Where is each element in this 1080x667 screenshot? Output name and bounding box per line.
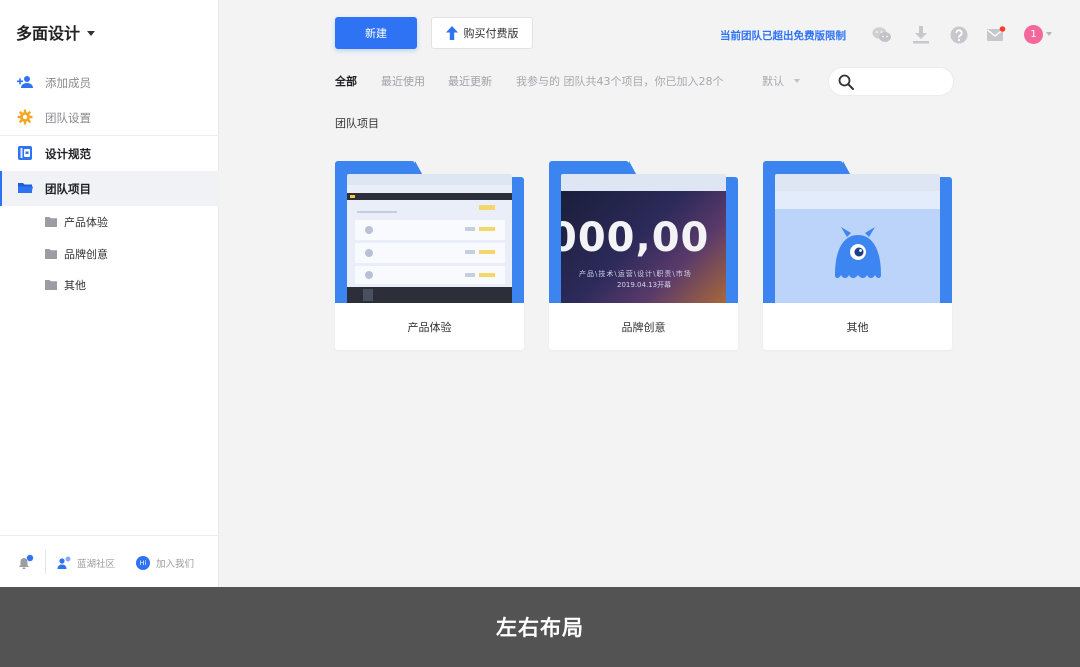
project-folder-brand[interactable]: 000,00 产品\技术\运营\设计\职责\市场 2019.04.13开幕 品牌…: [549, 161, 738, 350]
search-input[interactable]: [860, 75, 950, 88]
sidebar-folder-product[interactable]: 产品体验: [0, 208, 219, 236]
project-name: 其他: [846, 320, 869, 334]
folder-icon: [45, 280, 57, 290]
avatar-menu-chevron-icon[interactable]: [1046, 32, 1052, 36]
folder-label: 品牌创意: [64, 248, 108, 261]
search-box[interactable]: [828, 67, 954, 96]
project-folder-product[interactable]: 产品体验: [335, 161, 524, 350]
join-us-link[interactable]: Hi 加入我们: [136, 555, 194, 571]
sidebar-item-label: 团队项目: [45, 181, 91, 196]
help-icon[interactable]: [949, 25, 969, 45]
community-link[interactable]: 蓝湖社区: [57, 555, 115, 571]
project-thumbnail: [347, 185, 512, 303]
join-us-icon: Hi: [136, 556, 150, 570]
sort-dropdown[interactable]: 默认: [762, 73, 800, 89]
folder-open-icon: [18, 183, 33, 193]
upgrade-label: 购买付费版: [463, 27, 519, 40]
avatar[interactable]: 1: [1024, 25, 1043, 44]
project-folder-other[interactable]: 其他: [763, 161, 952, 350]
sidebar-item-design-spec[interactable]: 设计规范: [0, 136, 219, 171]
project-name: 产品体验: [407, 320, 452, 334]
community-icon: [57, 556, 71, 569]
mascot-icon: [835, 227, 881, 278]
new-button[interactable]: 新建: [335, 17, 417, 49]
arrow-up-icon: [445, 26, 458, 40]
team-switcher[interactable]: 多面设计: [16, 20, 96, 44]
chevron-down-icon: [87, 30, 96, 36]
thumbnail-subtitle: 产品\技术\运营\设计\职责\市场: [579, 270, 692, 278]
caption-text: 左右布局: [496, 616, 584, 640]
tab-recent-used[interactable]: 最近使用: [381, 73, 425, 89]
sidebar-footer: 蓝湖社区 Hi 加入我们: [0, 535, 219, 587]
upgrade-button[interactable]: 购买付费版: [431, 17, 533, 49]
folder-label-card: 品牌创意: [549, 303, 738, 350]
notification-bell-icon[interactable]: [16, 554, 34, 572]
caption-banner: 左右布局: [0, 587, 1080, 667]
chevron-down-icon: [794, 79, 800, 83]
community-label: 蓝湖社区: [77, 559, 116, 570]
thumbnail-headline: 000,00: [561, 215, 710, 261]
sidebar-item-label: 设计规范: [45, 146, 91, 161]
folder-icon: [45, 249, 57, 259]
mail-icon[interactable]: [986, 25, 1006, 45]
sidebar-item-label: 团队设置: [45, 110, 91, 125]
folder-icon: [45, 217, 57, 227]
sidebar-item-team-projects[interactable]: 团队项目: [0, 171, 219, 206]
thumbnail-date: 2019.04.13开幕: [617, 281, 672, 289]
project-thumbnail: [775, 191, 940, 303]
sidebar-folder-other[interactable]: 其他: [0, 271, 219, 299]
folder-label: 产品体验: [64, 216, 108, 229]
plan-limit-link[interactable]: 当前团队已超出免费版限制: [720, 28, 846, 43]
team-name: 多面设计: [16, 24, 81, 43]
folder-label: 其他: [64, 279, 86, 292]
sidebar-item-add-member[interactable]: 添加成员: [0, 65, 219, 100]
sidebar: 多面设计 添加成员 团队设置 设计规范 团队项目 产品体验 品牌创意 其他 蓝湖…: [0, 0, 219, 587]
book-icon: [18, 146, 32, 160]
add-user-icon: [17, 76, 33, 88]
folder-label-card: 其他: [763, 303, 952, 350]
download-icon[interactable]: [911, 25, 931, 45]
project-thumbnail: 000,00 产品\技术\运营\设计\职责\市场 2019.04.13开幕: [561, 191, 726, 303]
join-us-label: 加入我们: [156, 559, 195, 570]
project-summary: 我参与的 团队共43个项目，你已加入28个: [516, 75, 724, 88]
sidebar-item-label: 添加成员: [45, 75, 91, 90]
sidebar-item-team-settings[interactable]: 团队设置: [0, 100, 219, 135]
gear-icon: [17, 109, 33, 125]
section-title: 团队项目: [335, 117, 379, 130]
search-icon: [838, 74, 854, 90]
tab-all[interactable]: 全部: [335, 73, 357, 89]
wechat-icon[interactable]: [872, 25, 892, 45]
folder-label-card: 产品体验: [335, 303, 524, 350]
project-name: 品牌创意: [621, 320, 666, 334]
tab-recent-updated[interactable]: 最近更新: [448, 73, 492, 89]
footer-divider: [45, 550, 46, 574]
sort-label: 默认: [762, 75, 784, 88]
sidebar-folder-brand[interactable]: 品牌创意: [0, 240, 219, 268]
